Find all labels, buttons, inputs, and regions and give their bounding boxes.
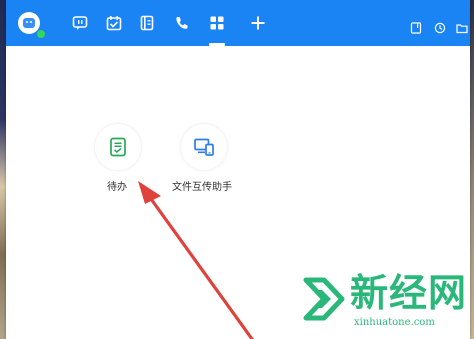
title-bar: [6, 0, 470, 46]
watermark-title: 新经网: [350, 270, 468, 315]
calendar-check-icon[interactable]: [106, 15, 122, 31]
app-window: 待办 文件互传助手 新经网 xinhuatone.com: [6, 0, 470, 339]
contacts-book-icon[interactable]: [139, 15, 155, 31]
file-transfer-app-button[interactable]: [181, 124, 227, 170]
todo-app-button[interactable]: [95, 124, 141, 170]
todo-app-label[interactable]: 待办: [107, 178, 127, 193]
file-transfer-icon: [194, 138, 214, 156]
todo-checklist-icon: [110, 137, 126, 157]
phone-icon[interactable]: [174, 15, 190, 31]
plus-icon[interactable]: [250, 15, 266, 31]
chat-icon[interactable]: [72, 15, 88, 31]
folder-icon[interactable]: [456, 19, 468, 34]
active-tab-indicator: [209, 43, 225, 46]
workbench-grid-icon[interactable]: [209, 15, 225, 31]
watermark-logo-icon: [303, 277, 345, 321]
online-status-icon: [36, 29, 46, 39]
notebook-icon[interactable]: [410, 19, 422, 34]
watermark-url: xinhuatone.com: [354, 317, 435, 328]
avatar-icon: [23, 18, 35, 28]
history-clock-icon[interactable]: [434, 19, 446, 34]
file-transfer-app-label[interactable]: 文件互传助手: [172, 178, 232, 193]
watermark: 新经网 xinhuatone.com: [302, 270, 468, 334]
